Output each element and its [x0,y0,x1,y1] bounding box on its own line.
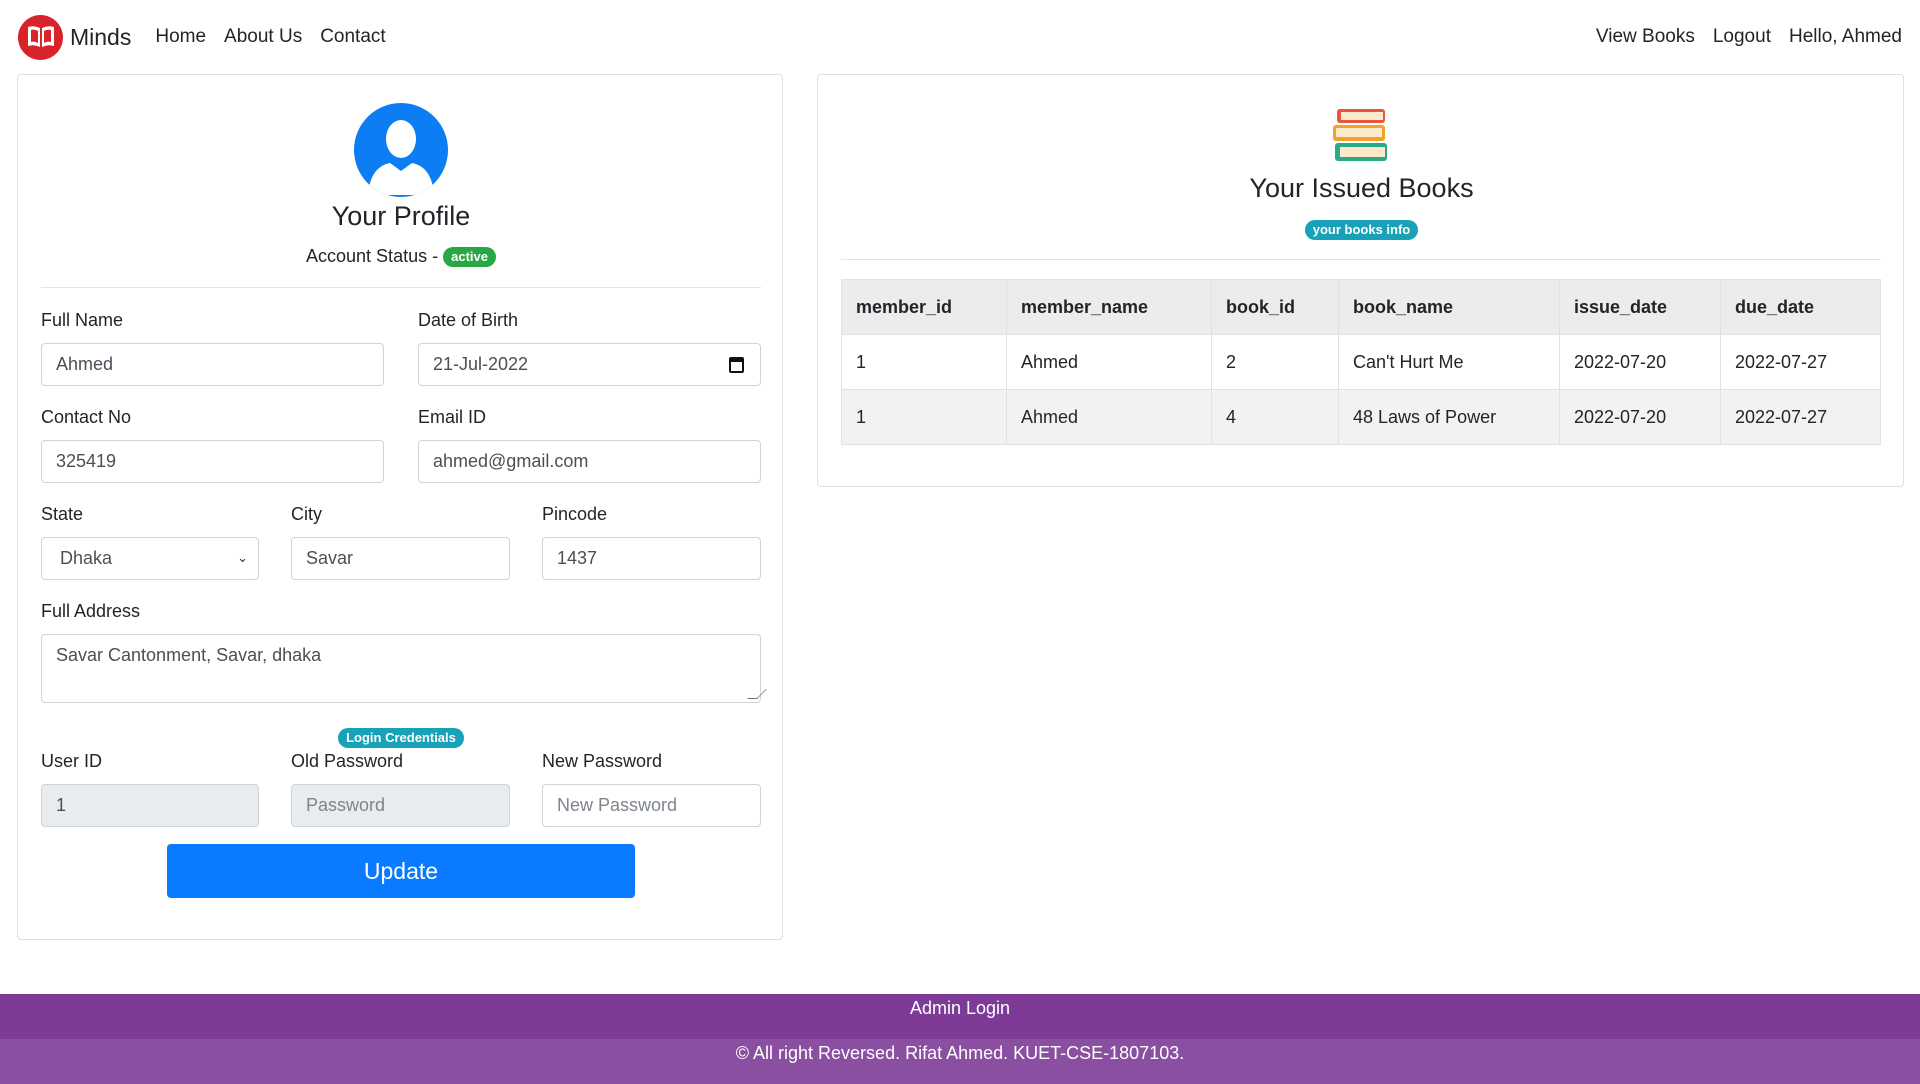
state-select[interactable]: Dhaka ⌄ [41,537,259,580]
email-input[interactable]: ahmed@gmail.com [418,440,761,483]
table-cell: 2022-07-27 [1720,334,1881,390]
admin-login-link[interactable]: Admin Login [910,998,1010,1018]
dob-value: 21-Jul-2022 [433,354,529,374]
full-name-input[interactable]: Ahmed [41,343,384,386]
contact-input[interactable]: 325419 [41,440,384,483]
address-label: Full Address [41,601,141,621]
books-badge-wrap: your books info [818,219,1905,241]
profile-card: Your Profile Account Status - active Ful… [17,74,783,940]
nav-logout[interactable]: Logout [1713,26,1771,48]
resize-handle-icon[interactable] [747,689,767,699]
issued-books-table: member_id member_name book_id book_name … [841,279,1881,445]
brand-name: Minds [70,23,132,50]
address-textarea[interactable]: Savar Cantonment, Savar, dhaka [41,634,767,703]
credentials-badge-wrap: Login Credentials [18,727,784,749]
update-button[interactable]: Update [167,844,635,898]
navbar: Minds Home About Us Contact View Books L… [0,0,1920,74]
table-cell: 2022-07-20 [1559,334,1721,390]
column-header: issue_date [1559,279,1721,335]
dob-label: Date of Birth [418,310,519,330]
books-info-badge: your books info [1304,219,1419,240]
user-avatar-icon [354,103,448,197]
brand[interactable]: Minds [18,14,132,60]
divider [41,287,761,288]
issued-books-title: Your Issued Books [1249,173,1474,203]
table-cell: 48 Laws of Power [1338,389,1560,445]
account-status-label: Account Status - [306,246,439,266]
nav-view-books[interactable]: View Books [1596,26,1695,48]
table-cell: Can't Hurt Me [1338,334,1560,390]
issued-books-card: Your Issued Books your books info member… [817,74,1904,487]
table-cell: 2 [1211,334,1339,390]
contact-label: Contact No [41,407,132,427]
nav-contact[interactable]: Contact [320,26,385,48]
credentials-badge: Login Credentials [338,727,464,748]
table-cell: 1 [841,389,1007,445]
calendar-icon[interactable] [729,357,744,373]
address-value: Savar Cantonment, Savar, dhaka [56,645,322,665]
footer-admin-bar: Admin Login [0,994,1920,1039]
old-password-label: Old Password [291,751,404,771]
profile-title: Your Profile [331,201,471,231]
divider [841,259,1881,260]
column-header: member_id [841,279,1007,335]
pincode-input[interactable]: 1437 [542,537,761,580]
book-logo-icon [18,14,63,60]
table-cell: Ahmed [1006,389,1212,445]
new-password-input[interactable]: New Password [542,784,761,827]
table-cell: 2022-07-20 [1559,389,1721,445]
column-header: member_name [1006,279,1212,335]
city-label: City [291,504,322,524]
pincode-label: Pincode [542,504,608,524]
nav-about-us[interactable]: About Us [224,26,302,48]
copyright-text: © All right Reversed. Rifat Ahmed. KUET-… [735,1043,1185,1063]
account-status: Account Status - active [18,246,784,268]
nav-left: Home About Us Contact [155,26,403,48]
state-label: State [41,504,84,524]
table-cell: 2022-07-27 [1720,389,1881,445]
new-password-label: New Password [542,751,663,771]
nav-home[interactable]: Home [155,26,206,48]
column-header: book_name [1338,279,1560,335]
nav-user-greeting[interactable]: Hello, Ahmed [1789,26,1902,48]
column-header: book_id [1211,279,1339,335]
footer-copyright-bar: © All right Reversed. Rifat Ahmed. KUET-… [0,1039,1920,1084]
full-name-label: Full Name [41,310,124,330]
old-password-input[interactable]: Password [291,784,510,827]
nav-right: View Books Logout Hello, Ahmed [1578,26,1902,48]
table-row: 1 Ahmed 4 48 Laws of Power 2022-07-20 20… [841,389,1881,445]
user-id-input: 1 [41,784,259,827]
table-header-row: member_id member_name book_id book_name … [841,279,1881,335]
state-value: Dhaka [60,548,113,568]
table-cell: 1 [841,334,1007,390]
status-badge: active [443,247,496,268]
city-input[interactable]: Savar [291,537,510,580]
chevron-down-icon: ⌄ [237,550,248,565]
books-stack-icon [1331,107,1389,163]
email-label: Email ID [418,407,487,427]
column-header: due_date [1720,279,1881,335]
user-id-label: User ID [41,751,103,771]
table-cell: 4 [1211,389,1339,445]
table-row: 1 Ahmed 2 Can't Hurt Me 2022-07-20 2022-… [841,334,1881,390]
dob-input[interactable]: 21-Jul-2022 [418,343,761,386]
table-cell: Ahmed [1006,334,1212,390]
